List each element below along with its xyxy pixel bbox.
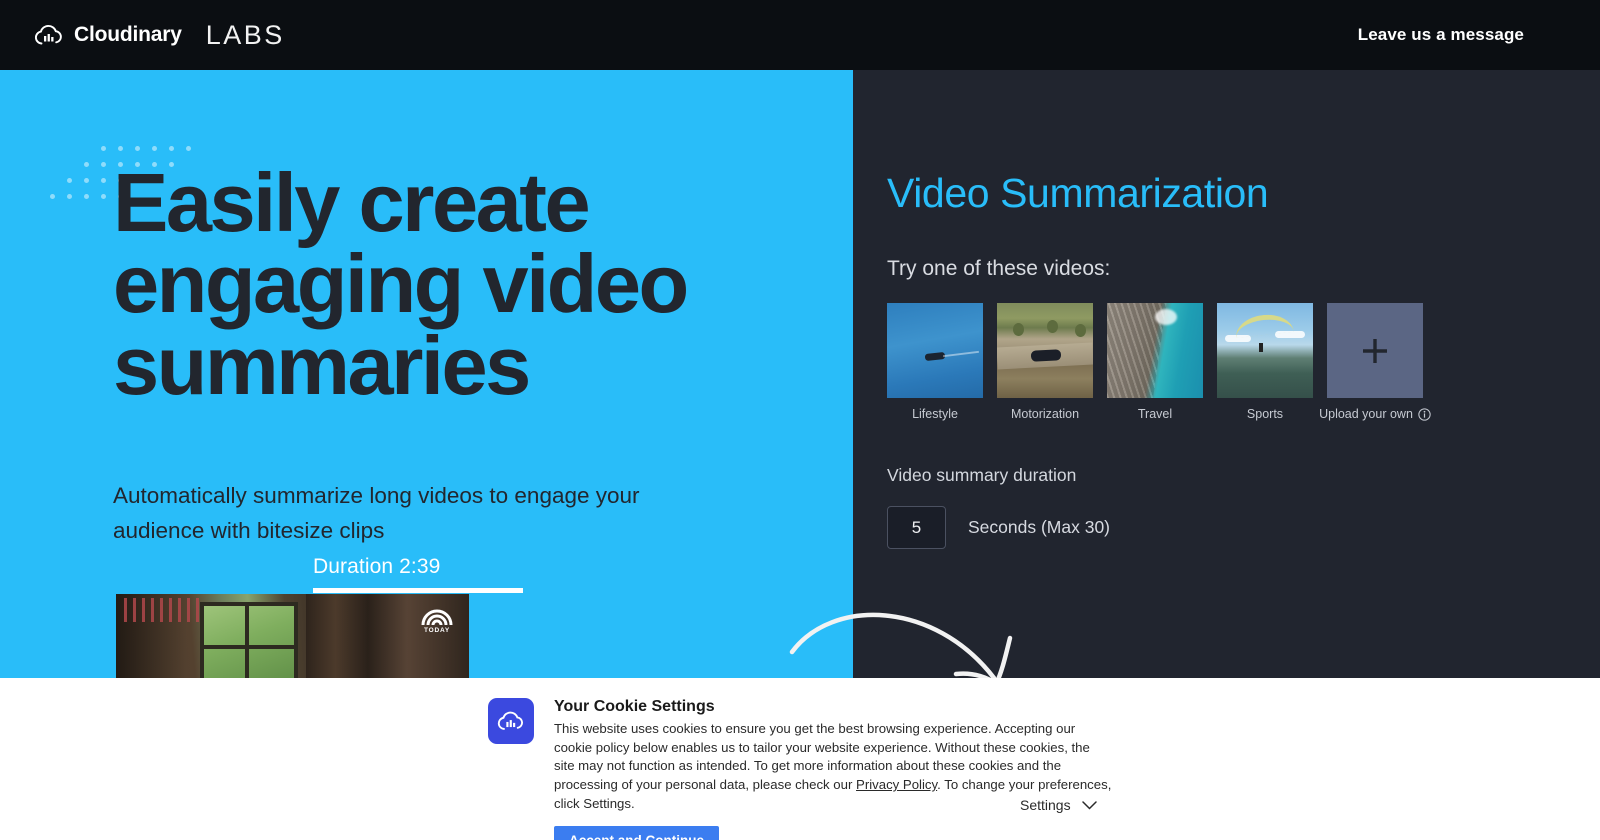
upload-label-row: Upload your own bbox=[1319, 407, 1431, 421]
chevron-down-icon bbox=[1081, 800, 1097, 810]
leave-us-a-message-button[interactable]: Leave us a message bbox=[1358, 25, 1524, 45]
video-preset-sports[interactable]: Sports bbox=[1217, 303, 1313, 421]
accept-and-continue-button[interactable]: Accept and Continue bbox=[554, 825, 720, 840]
cookie-banner-body: Your Cookie Settings This website uses c… bbox=[554, 698, 1114, 840]
original-duration-bar bbox=[313, 588, 523, 593]
upload-your-own-cell[interactable]: Upload your own bbox=[1319, 303, 1431, 421]
string-lights-decor bbox=[124, 598, 204, 622]
hero-headline: Easily create engaging video summaries bbox=[113, 156, 689, 412]
cookie-consent-banner: Your Cookie Settings This website uses c… bbox=[0, 678, 1600, 840]
plus-icon bbox=[1363, 338, 1387, 363]
today-watermark: TODAY bbox=[419, 602, 455, 634]
thumbnail-travel[interactable] bbox=[1107, 303, 1203, 398]
cloudinary-cloud-icon bbox=[34, 24, 64, 46]
thumbnail-label: Travel bbox=[1137, 407, 1173, 421]
hero-subheadline: Automatically summarize long videos to e… bbox=[113, 483, 640, 544]
brand-labs-text: LABS bbox=[205, 19, 285, 50]
video-preset-lifestyle[interactable]: Lifestyle bbox=[887, 303, 983, 421]
video-preset-motorization[interactable]: Motorization bbox=[997, 303, 1093, 421]
try-videos-label: Try one of these videos: bbox=[887, 257, 1111, 280]
thumbnail-label: Motorization bbox=[1010, 407, 1080, 421]
top-navigation-bar: Cloudinary LABS Leave us a message bbox=[0, 0, 1600, 70]
thumbnail-label: Sports bbox=[1246, 407, 1284, 421]
page-title: Video Summarization bbox=[887, 170, 1269, 216]
thumbnail-lifestyle[interactable] bbox=[887, 303, 983, 398]
curved-arrow-icon bbox=[789, 612, 1013, 687]
cookie-settings-label: Settings bbox=[1020, 797, 1071, 813]
app-root: Cloudinary LABS Leave us a message Easil… bbox=[0, 0, 1600, 840]
thumbnail-sports[interactable] bbox=[1217, 303, 1313, 398]
upload-your-own-button[interactable] bbox=[1327, 303, 1423, 398]
thumbnail-label: Lifestyle bbox=[912, 407, 958, 421]
privacy-policy-link[interactable]: Privacy Policy bbox=[856, 777, 937, 792]
thumbnail-motorization[interactable] bbox=[997, 303, 1093, 398]
original-duration-label: Duration 2:39 bbox=[313, 555, 441, 578]
video-preset-list: Lifestyle Motorization Travel Sports Upl… bbox=[887, 303, 1431, 421]
video-preset-travel[interactable]: Travel bbox=[1107, 303, 1203, 421]
cookie-banner-logo bbox=[488, 698, 534, 744]
brand-logo[interactable]: Cloudinary LABS bbox=[34, 20, 285, 51]
upload-label-text: Upload your own bbox=[1319, 407, 1413, 421]
duration-unit-label: Seconds (Max 30) bbox=[968, 517, 1111, 537]
today-watermark-text: TODAY bbox=[423, 627, 451, 634]
cookie-settings-toggle[interactable]: Settings bbox=[1020, 797, 1097, 813]
cloudinary-cloud-icon bbox=[497, 711, 524, 730]
duration-input-row: Seconds (Max 30) bbox=[887, 506, 1110, 549]
duration-seconds-input[interactable] bbox=[887, 506, 946, 549]
cookie-banner-title: Your Cookie Settings bbox=[554, 698, 715, 715]
original-video-duration-group: Duration 2:39 bbox=[313, 555, 523, 593]
brand-name-text: Cloudinary bbox=[74, 23, 182, 46]
duration-field-label: Video summary duration bbox=[887, 465, 1077, 485]
info-icon[interactable] bbox=[1418, 407, 1431, 421]
